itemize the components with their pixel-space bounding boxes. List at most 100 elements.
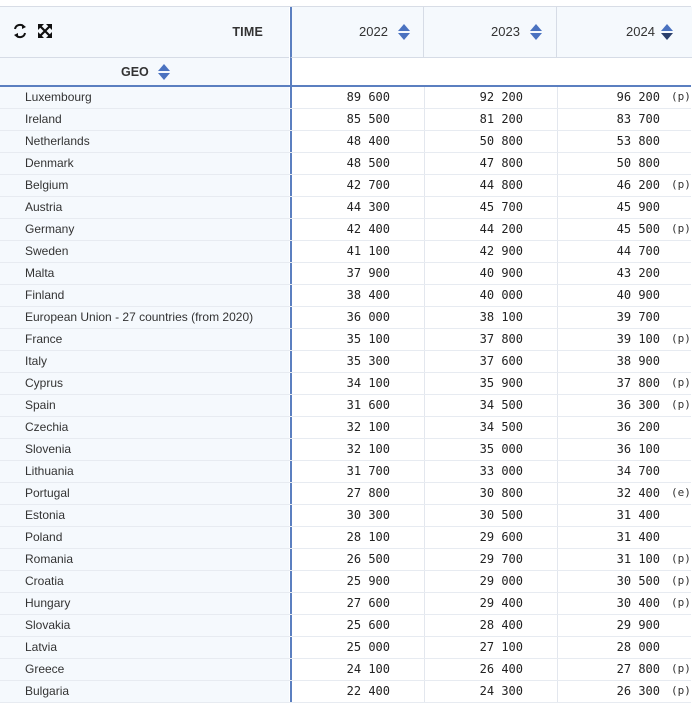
value-cell-2024[interactable]: 27 800 (p)	[557, 659, 692, 680]
row-geo-cell[interactable]: Slovenia	[0, 439, 289, 460]
value-cell-2023[interactable]: 34 500	[424, 417, 557, 438]
column-header-2022[interactable]: 2022	[290, 7, 424, 58]
value-cell-2022[interactable]: 31 700	[290, 461, 424, 482]
value-cell-2023[interactable]: 29 400	[424, 593, 557, 614]
value-cell-2023[interactable]: 37 600	[424, 351, 557, 372]
value-cell-2022[interactable]: 42 700	[290, 175, 424, 196]
value-cell-2022[interactable]: 36 000	[290, 307, 424, 328]
row-geo-cell[interactable]: European Union - 27 countries (from 2020…	[0, 307, 289, 328]
value-cell-2023[interactable]: 42 900	[424, 241, 557, 262]
value-cell-2022[interactable]: 26 500	[290, 549, 424, 570]
value-cell-2024[interactable]: 29 900	[557, 615, 692, 636]
row-geo-cell[interactable]: Poland	[0, 527, 289, 548]
value-cell-2023[interactable]: 47 800	[424, 153, 557, 174]
row-geo-cell[interactable]: Denmark	[0, 153, 289, 174]
value-cell-2022[interactable]: 25 000	[290, 637, 424, 658]
value-cell-2022[interactable]: 30 300	[290, 505, 424, 526]
sort-arrows-icon[interactable]	[661, 24, 673, 40]
row-geo-cell[interactable]: Lithuania	[0, 461, 289, 482]
value-cell-2022[interactable]: 85 500	[290, 109, 424, 130]
value-cell-2023[interactable]: 92 200	[424, 87, 557, 108]
row-geo-cell[interactable]: Slovakia	[0, 615, 289, 636]
value-cell-2024[interactable]: 44 700	[557, 241, 692, 262]
value-cell-2024[interactable]: 37 800 (p)	[557, 373, 692, 394]
value-cell-2023[interactable]: 40 000	[424, 285, 557, 306]
value-cell-2022[interactable]: 31 600	[290, 395, 424, 416]
value-cell-2024[interactable]: 30 400 (p)	[557, 593, 692, 614]
row-geo-cell[interactable]: Belgium	[0, 175, 289, 196]
row-geo-cell[interactable]: Hungary	[0, 593, 289, 614]
value-cell-2022[interactable]: 35 100	[290, 329, 424, 350]
value-cell-2024[interactable]: 39 700	[557, 307, 692, 328]
value-cell-2024[interactable]: 31 400	[557, 505, 692, 526]
value-cell-2022[interactable]: 35 300	[290, 351, 424, 372]
value-cell-2023[interactable]: 37 800	[424, 329, 557, 350]
row-geo-cell[interactable]: Greece	[0, 659, 289, 680]
value-cell-2023[interactable]: 44 200	[424, 219, 557, 240]
value-cell-2022[interactable]: 89 600	[290, 87, 424, 108]
value-cell-2023[interactable]: 40 900	[424, 263, 557, 284]
value-cell-2024[interactable]: 31 400	[557, 527, 692, 548]
value-cell-2024[interactable]: 32 400 (e)	[557, 483, 692, 504]
sort-arrows-icon[interactable]	[158, 64, 170, 80]
value-cell-2024[interactable]: 43 200	[557, 263, 692, 284]
value-cell-2023[interactable]: 50 800	[424, 131, 557, 152]
value-cell-2023[interactable]: 34 500	[424, 395, 557, 416]
sort-arrows-icon[interactable]	[530, 24, 542, 40]
value-cell-2023[interactable]: 33 000	[424, 461, 557, 482]
value-cell-2022[interactable]: 22 400	[290, 681, 424, 702]
value-cell-2022[interactable]: 48 400	[290, 131, 424, 152]
expand-arrows-icon[interactable]	[36, 22, 54, 40]
value-cell-2022[interactable]: 28 100	[290, 527, 424, 548]
value-cell-2022[interactable]: 41 100	[290, 241, 424, 262]
row-geo-cell[interactable]: Czechia	[0, 417, 289, 438]
value-cell-2024[interactable]: 40 900	[557, 285, 692, 306]
row-geo-cell[interactable]: Finland	[0, 285, 289, 306]
value-cell-2022[interactable]: 24 100	[290, 659, 424, 680]
value-cell-2023[interactable]: 30 500	[424, 505, 557, 526]
value-cell-2024[interactable]: 36 200	[557, 417, 692, 438]
geo-header[interactable]: GEO	[0, 58, 289, 85]
value-cell-2024[interactable]: 45 900	[557, 197, 692, 218]
value-cell-2022[interactable]: 37 900	[290, 263, 424, 284]
row-geo-cell[interactable]: Portugal	[0, 483, 289, 504]
value-cell-2023[interactable]: 30 800	[424, 483, 557, 504]
value-cell-2022[interactable]: 48 500	[290, 153, 424, 174]
row-geo-cell[interactable]: Romania	[0, 549, 289, 570]
row-geo-cell[interactable]: Germany	[0, 219, 289, 240]
row-geo-cell[interactable]: Malta	[0, 263, 289, 284]
row-geo-cell[interactable]: Ireland	[0, 109, 289, 130]
value-cell-2022[interactable]: 32 100	[290, 417, 424, 438]
row-geo-cell[interactable]: Spain	[0, 395, 289, 416]
value-cell-2023[interactable]: 44 800	[424, 175, 557, 196]
value-cell-2022[interactable]: 32 100	[290, 439, 424, 460]
value-cell-2024[interactable]: 34 700	[557, 461, 692, 482]
value-cell-2023[interactable]: 28 400	[424, 615, 557, 636]
value-cell-2023[interactable]: 45 700	[424, 197, 557, 218]
value-cell-2024[interactable]: 26 300 (p)	[557, 681, 692, 702]
row-geo-cell[interactable]: Croatia	[0, 571, 289, 592]
value-cell-2022[interactable]: 25 900	[290, 571, 424, 592]
value-cell-2024[interactable]: 46 200 (p)	[557, 175, 692, 196]
value-cell-2023[interactable]: 38 100	[424, 307, 557, 328]
value-cell-2022[interactable]: 34 100	[290, 373, 424, 394]
row-geo-cell[interactable]: Bulgaria	[0, 681, 289, 702]
value-cell-2024[interactable]: 30 500 (p)	[557, 571, 692, 592]
value-cell-2024[interactable]: 39 100 (p)	[557, 329, 692, 350]
value-cell-2024[interactable]: 38 900	[557, 351, 692, 372]
value-cell-2023[interactable]: 29 000	[424, 571, 557, 592]
column-header-2024[interactable]: 2024	[556, 7, 692, 58]
value-cell-2024[interactable]: 31 100 (p)	[557, 549, 692, 570]
value-cell-2024[interactable]: 83 700	[557, 109, 692, 130]
value-cell-2024[interactable]: 36 100	[557, 439, 692, 460]
value-cell-2024[interactable]: 53 800	[557, 131, 692, 152]
sort-arrows-icon[interactable]	[398, 24, 410, 40]
row-geo-cell[interactable]: Italy	[0, 351, 289, 372]
column-header-2023[interactable]: 2023	[423, 7, 556, 58]
value-cell-2022[interactable]: 27 800	[290, 483, 424, 504]
value-cell-2024[interactable]: 45 500 (p)	[557, 219, 692, 240]
value-cell-2023[interactable]: 81 200	[424, 109, 557, 130]
value-cell-2023[interactable]: 27 100	[424, 637, 557, 658]
value-cell-2022[interactable]: 38 400	[290, 285, 424, 306]
row-geo-cell[interactable]: Latvia	[0, 637, 289, 658]
